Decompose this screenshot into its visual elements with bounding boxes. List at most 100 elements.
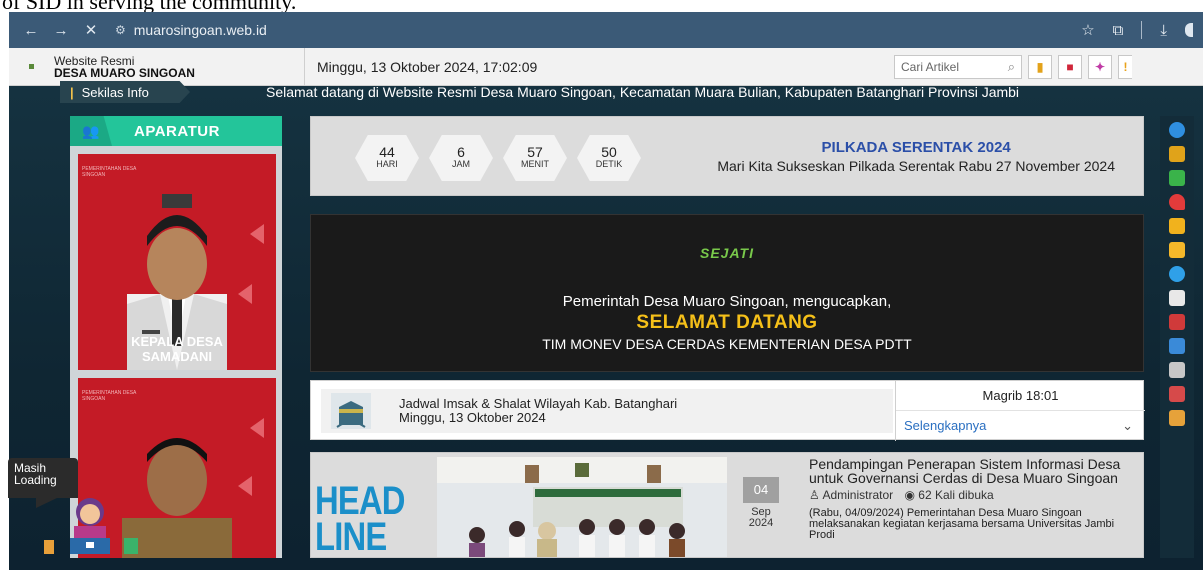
- prayer-date: Minggu, 13 Oktober 2024: [399, 410, 546, 425]
- toolbar-divider: [1141, 21, 1143, 39]
- pie-chart-icon[interactable]: [1169, 266, 1185, 282]
- login-button[interactable]: ■: [1058, 54, 1082, 79]
- headline-section: HEAD LINE 04 Sep 2024 Pendampingan Pener…: [310, 452, 1144, 558]
- days-label: HARI: [376, 159, 398, 169]
- eye-icon: ◉: [904, 488, 915, 502]
- pin-icon: |: [70, 84, 74, 100]
- headline-views: 62 Kali dibuka: [918, 488, 994, 502]
- card-watermark: PEMERINTAHAN DESA SINGOAN: [82, 390, 137, 402]
- camera-icon[interactable]: [1169, 290, 1185, 306]
- hours-label: JAM: [452, 159, 470, 169]
- stats-button[interactable]: ▮: [1028, 54, 1052, 79]
- headline-article: Pendampingan Penerapan Sistem Informasi …: [809, 457, 1131, 541]
- kaaba-icon: [331, 393, 371, 429]
- loading-character: [44, 498, 138, 554]
- loading-line2: Loading: [14, 473, 57, 487]
- seconds-label: DETIK: [595, 159, 623, 169]
- minutes-value: 57: [527, 144, 543, 160]
- location-pin-icon[interactable]: [1169, 194, 1185, 210]
- folder-icon[interactable]: [1169, 170, 1185, 186]
- lock-icon: ■: [1066, 59, 1074, 74]
- shopping-bag-icon[interactable]: [1169, 242, 1185, 258]
- site-tune-icon[interactable]: ⚙: [115, 23, 126, 37]
- site-brand[interactable]: Website Resmi DESA MUARO SINGOAN: [54, 55, 304, 79]
- books-icon[interactable]: [1169, 386, 1185, 402]
- prayer-next: Magrib 18:01 Selengkapnya ⌄: [895, 381, 1145, 441]
- site-logo[interactable]: [29, 64, 34, 69]
- alert-icon: !: [1123, 59, 1128, 74]
- headline-meta: ♙ Administrator ◉ 62 Kali dibuka: [809, 489, 1131, 502]
- official-position: KEPALA DESA: [131, 334, 223, 349]
- profile-icon[interactable]: [1185, 23, 1193, 37]
- truck-icon[interactable]: [1169, 314, 1185, 330]
- news-ticker: | Sekilas Info Selamat datang di Website…: [60, 80, 1166, 104]
- banner-line3: TIM MONEV DESA CERDAS KEMENTERIAN DESA P…: [542, 336, 912, 352]
- aparatur-title: APARATUR: [134, 122, 220, 140]
- close-icon[interactable]: ✕: [79, 21, 103, 39]
- search-input[interactable]: Cari Artikel ⌕: [894, 54, 1022, 79]
- url-text: muarosingoan.web.id: [133, 22, 267, 38]
- banner-line1: Pemerintah Desa Muaro Singoan, mengucapk…: [562, 293, 892, 310]
- back-arrow-icon[interactable]: ←: [19, 22, 43, 39]
- megaphone-icon[interactable]: [1169, 362, 1185, 378]
- official-card[interactable]: PEMERINTAHAN DESA SINGOAN KEPALA DESA SAM…: [78, 154, 276, 370]
- headline-photo[interactable]: [437, 457, 727, 558]
- download-icon[interactable]: ⤓: [1160, 22, 1167, 39]
- ticker-message[interactable]: Selamat datang di Website Resmi Desa Mua…: [266, 84, 1019, 100]
- excavator-icon[interactable]: [1169, 218, 1185, 234]
- search-icon[interactable]: ⌕: [1008, 59, 1015, 75]
- forward-arrow-icon[interactable]: →: [49, 22, 73, 39]
- banner-line2: SELAMAT DATANG: [636, 312, 818, 333]
- statistics-icon[interactable]: [1169, 338, 1185, 354]
- user-icon: ♙: [809, 488, 820, 502]
- address-bar[interactable]: ⚙ muarosingoan.web.id: [115, 22, 1081, 38]
- decor-triangle: [250, 224, 264, 244]
- document-caption: of SID in serving the community.: [0, 0, 1203, 12]
- headline-year: 2024: [748, 517, 774, 529]
- star-icon[interactable]: ☆: [1081, 21, 1094, 39]
- pilkada-subtitle: Mari Kita Sukseskan Pilkada Serentak Rab…: [717, 158, 1115, 174]
- browser-toolbar: ← → ✕ ⚙ muarosingoan.web.id ☆ ⧉ ⤓: [9, 12, 1203, 48]
- card-watermark: PEMERINTAHAN DESA SINGOAN: [82, 166, 137, 178]
- gavel-icon[interactable]: [1169, 410, 1185, 426]
- prayer-more-link[interactable]: Selengkapnya ⌄: [896, 411, 1145, 441]
- headline-date: 04 Sep 2024: [743, 477, 779, 529]
- ticker-label-text: Sekilas Info: [81, 84, 149, 100]
- search-placeholder: Cari Artikel: [901, 59, 960, 74]
- next-prayer-time: Magrib 18:01: [896, 381, 1145, 411]
- right-icon-rail: [1160, 116, 1194, 558]
- seconds-value: 50: [601, 144, 617, 160]
- sejati-logo: SEJATI: [700, 245, 754, 261]
- prayer-title: Jadwal Imsak & Shalat Wilayah Kab. Batan…: [399, 396, 678, 411]
- prayer-info: Jadwal Imsak & Shalat Wilayah Kab. Batan…: [321, 389, 893, 433]
- countdown-minutes: 57 MENIT: [503, 135, 567, 181]
- prayer-schedule: Jadwal Imsak & Shalat Wilayah Kab. Batan…: [310, 380, 1145, 441]
- chevron-down-icon: ⌄: [1122, 418, 1133, 433]
- pilkada-text: PILKADA SERENTAK 2024 Mari Kita Sukseska…: [717, 139, 1115, 174]
- hours-value: 6: [457, 144, 465, 160]
- pilkada-title: PILKADA SERENTAK 2024: [821, 139, 1011, 156]
- countdown-days: 44 HARI: [355, 135, 419, 181]
- apps-icon: ✦: [1094, 59, 1106, 74]
- official-name-text: SAMADANI: [141, 349, 213, 364]
- alert-button[interactable]: !: [1118, 54, 1132, 79]
- extensions-icon[interactable]: ⧉: [1113, 22, 1124, 39]
- bar-chart-icon: ▮: [1036, 59, 1044, 74]
- people-icon: 👥: [70, 116, 112, 146]
- ticker-label: | Sekilas Info: [60, 81, 190, 103]
- bar-chart-icon[interactable]: [1169, 146, 1185, 162]
- days-value: 44: [379, 144, 395, 160]
- headline-title[interactable]: Pendampingan Penerapan Sistem Informasi …: [809, 457, 1131, 485]
- official-name: KEPALA DESA SAMADANI: [78, 334, 276, 364]
- headline-logo: HEAD LINE: [315, 481, 405, 557]
- welcome-banner[interactable]: SEJATI Pemerintah Desa Muaro Singoan, me…: [310, 214, 1144, 372]
- apps-button[interactable]: ✦: [1088, 54, 1112, 79]
- aparatur-widget: 👥 APARATUR PEMERINTAHAN DESA SINGOAN KEPA…: [70, 116, 282, 558]
- info-icon[interactable]: [1169, 122, 1185, 138]
- pilkada-countdown: 44 HARI 6 JAM 57 MENIT 50 DETIK PILKADA …: [310, 116, 1144, 196]
- more-link-text: Selengkapnya: [904, 418, 987, 433]
- main-content: 44 HARI 6 JAM 57 MENIT 50 DETIK PILKADA …: [310, 116, 1145, 558]
- aparatur-header: 👥 APARATUR: [70, 116, 282, 146]
- countdown-hours: 6 JAM: [429, 135, 493, 181]
- brand-subtitle: Website Resmi: [54, 53, 135, 68]
